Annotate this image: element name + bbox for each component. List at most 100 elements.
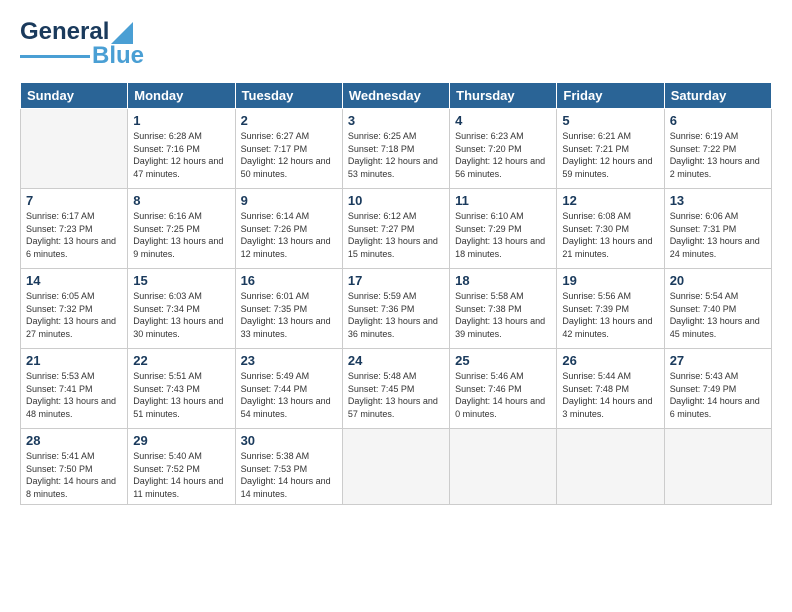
calendar-table: SundayMondayTuesdayWednesdayThursdayFrid…: [20, 82, 772, 505]
logo-icon: [111, 22, 133, 44]
day-info: Sunrise: 6:27 AMSunset: 7:17 PMDaylight:…: [241, 130, 337, 180]
day-number: 6: [670, 113, 766, 128]
day-number: 9: [241, 193, 337, 208]
calendar-cell: [21, 109, 128, 189]
day-number: 24: [348, 353, 444, 368]
calendar-header-saturday: Saturday: [664, 83, 771, 109]
day-info: Sunrise: 5:44 AMSunset: 7:48 PMDaylight:…: [562, 370, 658, 420]
day-number: 20: [670, 273, 766, 288]
day-number: 3: [348, 113, 444, 128]
day-number: 17: [348, 273, 444, 288]
day-number: 22: [133, 353, 229, 368]
day-info: Sunrise: 6:06 AMSunset: 7:31 PMDaylight:…: [670, 210, 766, 260]
calendar-cell: 4 Sunrise: 6:23 AMSunset: 7:20 PMDayligh…: [450, 109, 557, 189]
calendar-cell: [664, 429, 771, 505]
calendar-cell: 18 Sunrise: 5:58 AMSunset: 7:38 PMDaylig…: [450, 269, 557, 349]
day-number: 15: [133, 273, 229, 288]
day-number: 29: [133, 433, 229, 448]
day-info: Sunrise: 6:28 AMSunset: 7:16 PMDaylight:…: [133, 130, 229, 180]
calendar-cell: 15 Sunrise: 6:03 AMSunset: 7:34 PMDaylig…: [128, 269, 235, 349]
calendar-cell: 24 Sunrise: 5:48 AMSunset: 7:45 PMDaylig…: [342, 349, 449, 429]
logo-blue: Blue: [92, 42, 144, 70]
page-header: General Blue: [20, 18, 772, 70]
calendar-cell: 30 Sunrise: 5:38 AMSunset: 7:53 PMDaylig…: [235, 429, 342, 505]
day-number: 5: [562, 113, 658, 128]
calendar-cell: 29 Sunrise: 5:40 AMSunset: 7:52 PMDaylig…: [128, 429, 235, 505]
calendar-cell: 14 Sunrise: 6:05 AMSunset: 7:32 PMDaylig…: [21, 269, 128, 349]
calendar-cell: 26 Sunrise: 5:44 AMSunset: 7:48 PMDaylig…: [557, 349, 664, 429]
day-info: Sunrise: 6:25 AMSunset: 7:18 PMDaylight:…: [348, 130, 444, 180]
day-number: 25: [455, 353, 551, 368]
day-number: 4: [455, 113, 551, 128]
day-number: 1: [133, 113, 229, 128]
day-info: Sunrise: 5:56 AMSunset: 7:39 PMDaylight:…: [562, 290, 658, 340]
calendar-cell: 7 Sunrise: 6:17 AMSunset: 7:23 PMDayligh…: [21, 189, 128, 269]
day-number: 26: [562, 353, 658, 368]
day-number: 2: [241, 113, 337, 128]
day-number: 13: [670, 193, 766, 208]
calendar-cell: 13 Sunrise: 6:06 AMSunset: 7:31 PMDaylig…: [664, 189, 771, 269]
calendar-cell: 21 Sunrise: 5:53 AMSunset: 7:41 PMDaylig…: [21, 349, 128, 429]
calendar-header-wednesday: Wednesday: [342, 83, 449, 109]
day-info: Sunrise: 6:05 AMSunset: 7:32 PMDaylight:…: [26, 290, 122, 340]
calendar-cell: 11 Sunrise: 6:10 AMSunset: 7:29 PMDaylig…: [450, 189, 557, 269]
calendar-cell: 17 Sunrise: 5:59 AMSunset: 7:36 PMDaylig…: [342, 269, 449, 349]
day-number: 21: [26, 353, 122, 368]
day-number: 10: [348, 193, 444, 208]
day-info: Sunrise: 6:03 AMSunset: 7:34 PMDaylight:…: [133, 290, 229, 340]
calendar-cell: 16 Sunrise: 6:01 AMSunset: 7:35 PMDaylig…: [235, 269, 342, 349]
day-info: Sunrise: 6:17 AMSunset: 7:23 PMDaylight:…: [26, 210, 122, 260]
calendar-cell: 23 Sunrise: 5:49 AMSunset: 7:44 PMDaylig…: [235, 349, 342, 429]
logo-underline: [20, 55, 90, 58]
calendar-cell: 20 Sunrise: 5:54 AMSunset: 7:40 PMDaylig…: [664, 269, 771, 349]
day-info: Sunrise: 5:48 AMSunset: 7:45 PMDaylight:…: [348, 370, 444, 420]
day-number: 19: [562, 273, 658, 288]
day-info: Sunrise: 5:38 AMSunset: 7:53 PMDaylight:…: [241, 450, 337, 500]
calendar-cell: [342, 429, 449, 505]
day-info: Sunrise: 6:08 AMSunset: 7:30 PMDaylight:…: [562, 210, 658, 260]
day-info: Sunrise: 6:16 AMSunset: 7:25 PMDaylight:…: [133, 210, 229, 260]
calendar-cell: 9 Sunrise: 6:14 AMSunset: 7:26 PMDayligh…: [235, 189, 342, 269]
calendar-cell: [557, 429, 664, 505]
day-info: Sunrise: 6:14 AMSunset: 7:26 PMDaylight:…: [241, 210, 337, 260]
day-number: 28: [26, 433, 122, 448]
day-info: Sunrise: 5:58 AMSunset: 7:38 PMDaylight:…: [455, 290, 551, 340]
calendar-cell: 10 Sunrise: 6:12 AMSunset: 7:27 PMDaylig…: [342, 189, 449, 269]
day-number: 16: [241, 273, 337, 288]
calendar-header-tuesday: Tuesday: [235, 83, 342, 109]
day-info: Sunrise: 5:43 AMSunset: 7:49 PMDaylight:…: [670, 370, 766, 420]
day-info: Sunrise: 5:54 AMSunset: 7:40 PMDaylight:…: [670, 290, 766, 340]
day-number: 7: [26, 193, 122, 208]
calendar-cell: 3 Sunrise: 6:25 AMSunset: 7:18 PMDayligh…: [342, 109, 449, 189]
day-info: Sunrise: 5:41 AMSunset: 7:50 PMDaylight:…: [26, 450, 122, 500]
logo: General Blue: [20, 18, 144, 70]
day-info: Sunrise: 6:19 AMSunset: 7:22 PMDaylight:…: [670, 130, 766, 180]
calendar-header-sunday: Sunday: [21, 83, 128, 109]
calendar-header-friday: Friday: [557, 83, 664, 109]
calendar-header-monday: Monday: [128, 83, 235, 109]
day-info: Sunrise: 6:10 AMSunset: 7:29 PMDaylight:…: [455, 210, 551, 260]
day-info: Sunrise: 6:01 AMSunset: 7:35 PMDaylight:…: [241, 290, 337, 340]
calendar-cell: 22 Sunrise: 5:51 AMSunset: 7:43 PMDaylig…: [128, 349, 235, 429]
calendar-cell: 28 Sunrise: 5:41 AMSunset: 7:50 PMDaylig…: [21, 429, 128, 505]
day-number: 18: [455, 273, 551, 288]
calendar-cell: 27 Sunrise: 5:43 AMSunset: 7:49 PMDaylig…: [664, 349, 771, 429]
day-info: Sunrise: 6:23 AMSunset: 7:20 PMDaylight:…: [455, 130, 551, 180]
day-info: Sunrise: 6:21 AMSunset: 7:21 PMDaylight:…: [562, 130, 658, 180]
day-number: 30: [241, 433, 337, 448]
calendar-cell: 2 Sunrise: 6:27 AMSunset: 7:17 PMDayligh…: [235, 109, 342, 189]
day-number: 23: [241, 353, 337, 368]
day-number: 14: [26, 273, 122, 288]
day-number: 12: [562, 193, 658, 208]
day-info: Sunrise: 5:53 AMSunset: 7:41 PMDaylight:…: [26, 370, 122, 420]
day-info: Sunrise: 6:12 AMSunset: 7:27 PMDaylight:…: [348, 210, 444, 260]
day-number: 8: [133, 193, 229, 208]
day-number: 27: [670, 353, 766, 368]
calendar-cell: 25 Sunrise: 5:46 AMSunset: 7:46 PMDaylig…: [450, 349, 557, 429]
day-info: Sunrise: 5:46 AMSunset: 7:46 PMDaylight:…: [455, 370, 551, 420]
day-info: Sunrise: 5:59 AMSunset: 7:36 PMDaylight:…: [348, 290, 444, 340]
calendar-cell: 19 Sunrise: 5:56 AMSunset: 7:39 PMDaylig…: [557, 269, 664, 349]
day-info: Sunrise: 5:51 AMSunset: 7:43 PMDaylight:…: [133, 370, 229, 420]
calendar-header-thursday: Thursday: [450, 83, 557, 109]
day-info: Sunrise: 5:40 AMSunset: 7:52 PMDaylight:…: [133, 450, 229, 500]
